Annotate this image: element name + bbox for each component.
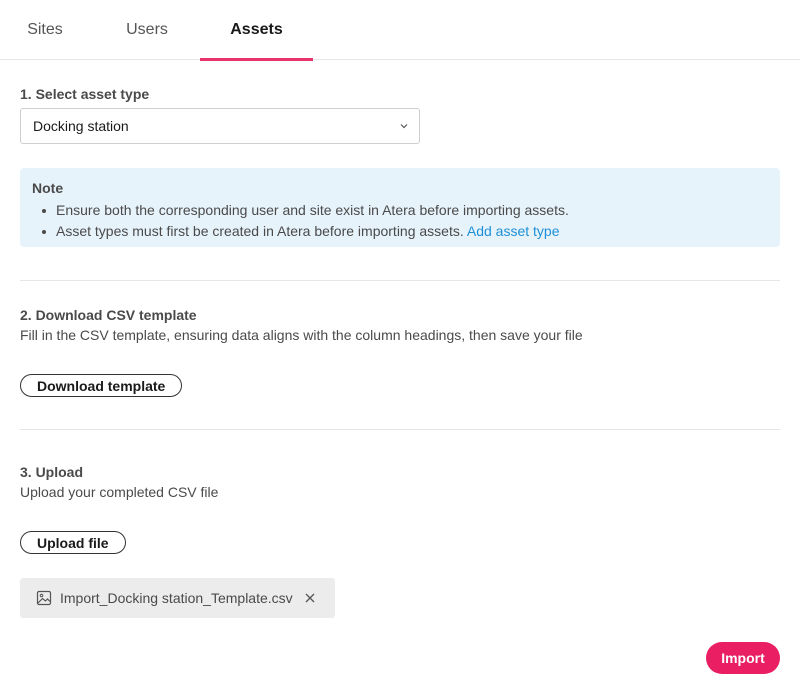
image-file-icon [36, 590, 52, 606]
tab-users[interactable]: Users [97, 0, 197, 60]
note-title: Note [32, 180, 64, 196]
step1-title: 1. Select asset type [20, 86, 150, 102]
add-asset-type-link[interactable]: Add asset type [467, 223, 560, 239]
uploaded-file-name: Import_Docking station_Template.csv [60, 590, 293, 606]
tab-assets[interactable]: Assets [200, 0, 313, 61]
close-icon[interactable] [303, 591, 317, 605]
tab-bar: Sites Users Assets [0, 0, 800, 61]
asset-type-select[interactable]: Docking station [20, 108, 420, 144]
step2-title: 2. Download CSV template [20, 307, 197, 323]
divider [20, 280, 780, 281]
note-list: Ensure both the corresponding user and s… [32, 200, 768, 242]
asset-type-select-value: Docking station [33, 118, 129, 134]
import-button[interactable]: Import [706, 642, 780, 674]
step2-description: Fill in the CSV template, ensuring data … [20, 327, 583, 343]
download-template-button[interactable]: Download template [20, 374, 183, 397]
note-box: Note Ensure both the corresponding user … [20, 168, 780, 247]
note-item: Asset types must first be created in Ate… [32, 221, 768, 242]
note-item-text: Ensure both the corresponding user and s… [56, 202, 569, 218]
divider [20, 429, 780, 430]
upload-file-button[interactable]: Upload file [20, 531, 126, 554]
tab-sites[interactable]: Sites [0, 0, 90, 60]
step3-description: Upload your completed CSV file [20, 484, 219, 500]
note-item-text: Asset types must first be created in Ate… [56, 223, 464, 239]
note-item: Ensure both the corresponding user and s… [32, 200, 768, 221]
uploaded-file-chip: Import_Docking station_Template.csv [20, 578, 335, 618]
step3-title: 3. Upload [20, 464, 84, 480]
chevron-down-icon [400, 124, 408, 129]
